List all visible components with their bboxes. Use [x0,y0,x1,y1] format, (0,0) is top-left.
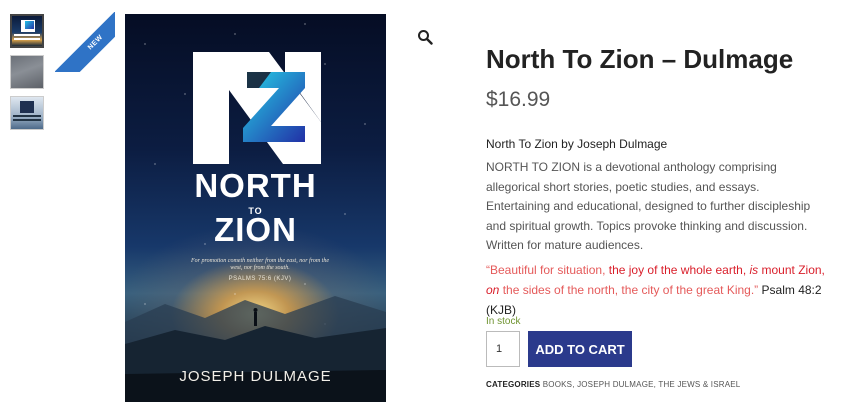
thumbnail-text-line [14,34,40,36]
thumbnail-cover-back[interactable] [10,55,44,89]
product-cover-image[interactable]: NORTH TO ZION For promotion cometh neith… [125,14,386,402]
product-price: $16.99 [486,88,551,111]
quote-part: mount Zion, [758,263,825,277]
book-logo-icon [193,52,321,164]
thumbnail-text-line [13,115,41,117]
thumbnail-text-line [13,119,41,121]
category-link[interactable]: BOOKS [543,380,572,389]
cover-title-line1: NORTH [194,167,317,204]
thumbnail-logo [20,101,34,113]
cover-verse: For promotion cometh neither from the ea… [191,258,329,271]
thumbnail-logo-accent [25,21,34,29]
thumbnail-cover-front[interactable] [10,14,44,48]
quote-part: “Beautiful for situation, [486,263,609,277]
quote-part: the sides of the north, the city of the … [499,283,759,297]
stock-status: In stock [486,316,521,327]
quote-part: is [749,263,759,277]
scripture-quote: “Beautiful for situation, the joy of the… [486,260,836,320]
thumbnail-text-line [14,38,40,40]
category-link[interactable]: THE JEWS & ISRAEL [658,380,740,389]
new-ribbon: NEW [55,12,115,72]
product-categories: CATEGORIES BOOKS, JOSEPH DULMAGE, THE JE… [486,380,741,389]
add-to-cart-button[interactable]: ADD TO CART [528,331,632,367]
cover-author: JOSEPH DULMAGE [179,368,332,385]
product-title: North To Zion – Dulmage [486,44,794,74]
quantity-input[interactable] [486,331,520,367]
thumbnail-cover-alt[interactable] [10,96,44,130]
product-description: NORTH TO ZION is a devotional anthology … [486,160,811,252]
description-heading: North To Zion by Joseph Dulmage [486,137,668,151]
new-badge-label: NEW [55,12,115,72]
categories-label: CATEGORIES [486,380,541,389]
category-link[interactable]: JOSEPH DULMAGE [577,380,654,389]
cover-title-line3: ZION [214,211,297,248]
gallery-thumbnails [10,14,46,137]
quote-part: on [486,283,500,297]
magnifier-icon[interactable] [417,29,433,45]
quote-part: the joy of the whole earth, [608,263,750,277]
